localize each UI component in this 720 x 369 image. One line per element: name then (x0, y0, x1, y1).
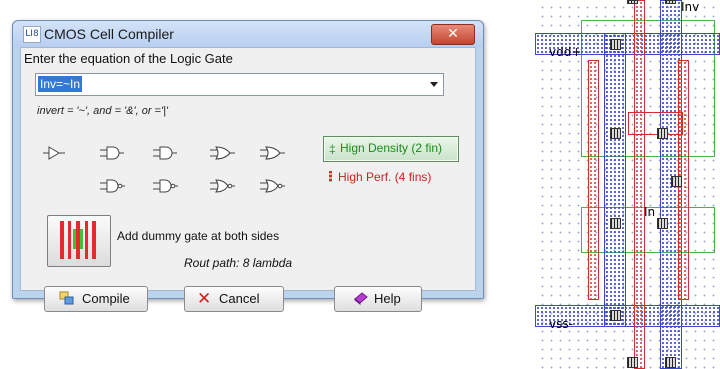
or-gate-icon[interactable] (210, 144, 236, 162)
contact (665, 357, 676, 368)
rout-path-label: Rout path: 8 lambda (184, 256, 293, 270)
compile-icon (59, 291, 75, 308)
dummy-gate-icon (60, 221, 96, 259)
and-gate-icon[interactable] (153, 144, 179, 162)
metal-strip (604, 33, 626, 327)
equation-value[interactable]: Inv=~In (38, 76, 83, 92)
dialog-body: Enter the equation of the Logic Gate Inv… (20, 47, 477, 312)
dummy-gate-label: Add dummy gate at both sides (117, 229, 280, 243)
dummy-gate-button[interactable] (47, 215, 111, 267)
help-button[interactable]: Help (334, 286, 422, 312)
title-bar[interactable]: LI8 CMOS Cell Compiler ✕ (13, 21, 483, 47)
contact (627, 357, 638, 368)
high-perf-label: High Perf. (4 fins) (338, 170, 432, 184)
in-label: In (644, 205, 656, 219)
close-button[interactable]: ✕ (431, 24, 475, 45)
chevron-down-icon[interactable] (430, 82, 438, 87)
cmos-cell-compiler-dialog: LI8 CMOS Cell Compiler ✕ Enter the equat… (12, 20, 484, 312)
compile-button[interactable]: Compile (44, 286, 148, 312)
help-book-icon (353, 291, 369, 308)
nand-gate-icon[interactable] (100, 177, 126, 195)
contact (610, 218, 621, 229)
nand-gate-icon[interactable] (153, 177, 179, 195)
inv-label: Inv (681, 0, 700, 14)
high-density-option[interactable]: ‡ Hign Density (2 fin) (323, 136, 459, 162)
equation-combobox[interactable]: Inv=~In (35, 73, 444, 96)
app-icon: LI8 (23, 26, 41, 43)
high-density-label: Hign Density (2 fin) (340, 141, 443, 155)
contact (657, 128, 668, 139)
fin-marker-icon: ‡ (329, 142, 336, 156)
fin-marker-icon (329, 171, 332, 182)
cancel-button[interactable]: ✕ Cancel (184, 286, 284, 312)
contact (671, 176, 682, 187)
gate-connection (628, 112, 683, 135)
contact (610, 128, 621, 139)
x-icon: ✕ (197, 289, 212, 309)
operator-hint: invert = '~', and = '&', or ='|' (37, 105, 169, 117)
high-perf-option[interactable]: High Perf. (4 fins) (327, 168, 477, 188)
nor-gate-icon[interactable] (210, 177, 236, 195)
vss-label: vss- (549, 317, 573, 331)
vdd-label: vdd+ (549, 45, 582, 59)
buffer-gate-icon[interactable] (43, 144, 69, 162)
contact (665, 0, 676, 4)
contact (627, 0, 638, 4)
vss-contact (610, 310, 621, 321)
and-gate-icon[interactable] (100, 144, 126, 162)
equation-prompt: Enter the equation of the Logic Gate (24, 51, 233, 66)
vdd-contact (610, 39, 621, 50)
contact (657, 218, 668, 229)
cell-layout-view: vdd+ vss- Inv In (535, 0, 720, 369)
dummy-poly-left (588, 60, 599, 300)
nor-gate-icon[interactable] (260, 177, 286, 195)
or-gate-icon[interactable] (260, 144, 286, 162)
gate-poly (634, 0, 645, 369)
window-title: CMOS Cell Compiler (44, 26, 174, 42)
